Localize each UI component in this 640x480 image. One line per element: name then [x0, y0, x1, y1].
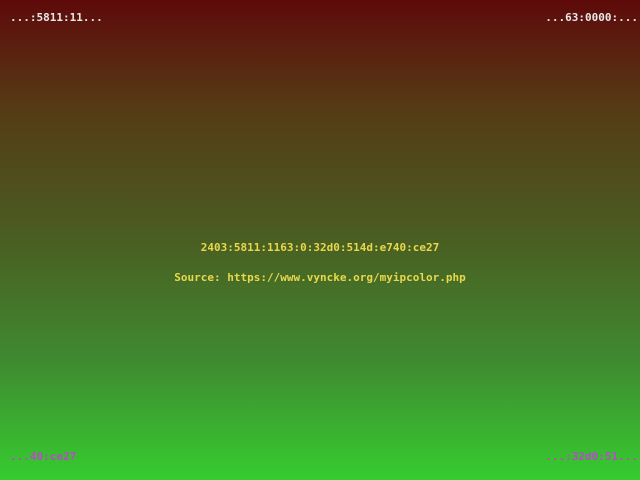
bottom-right-ip-fragment: ...:32d0:51...	[545, 450, 638, 463]
source-text: Source: https://www.vyncke.org/myipcolor…	[174, 271, 466, 284]
bottom-left-ip-fragment: ...40:ce27	[10, 450, 77, 463]
top-left-ip-fragment: ...:5811:11...	[10, 11, 103, 24]
top-right-ip-fragment: ...63:0000:...	[545, 11, 638, 24]
ip-address: 2403:5811:1163:0:32d0:514d:e740:ce27	[200, 241, 440, 254]
